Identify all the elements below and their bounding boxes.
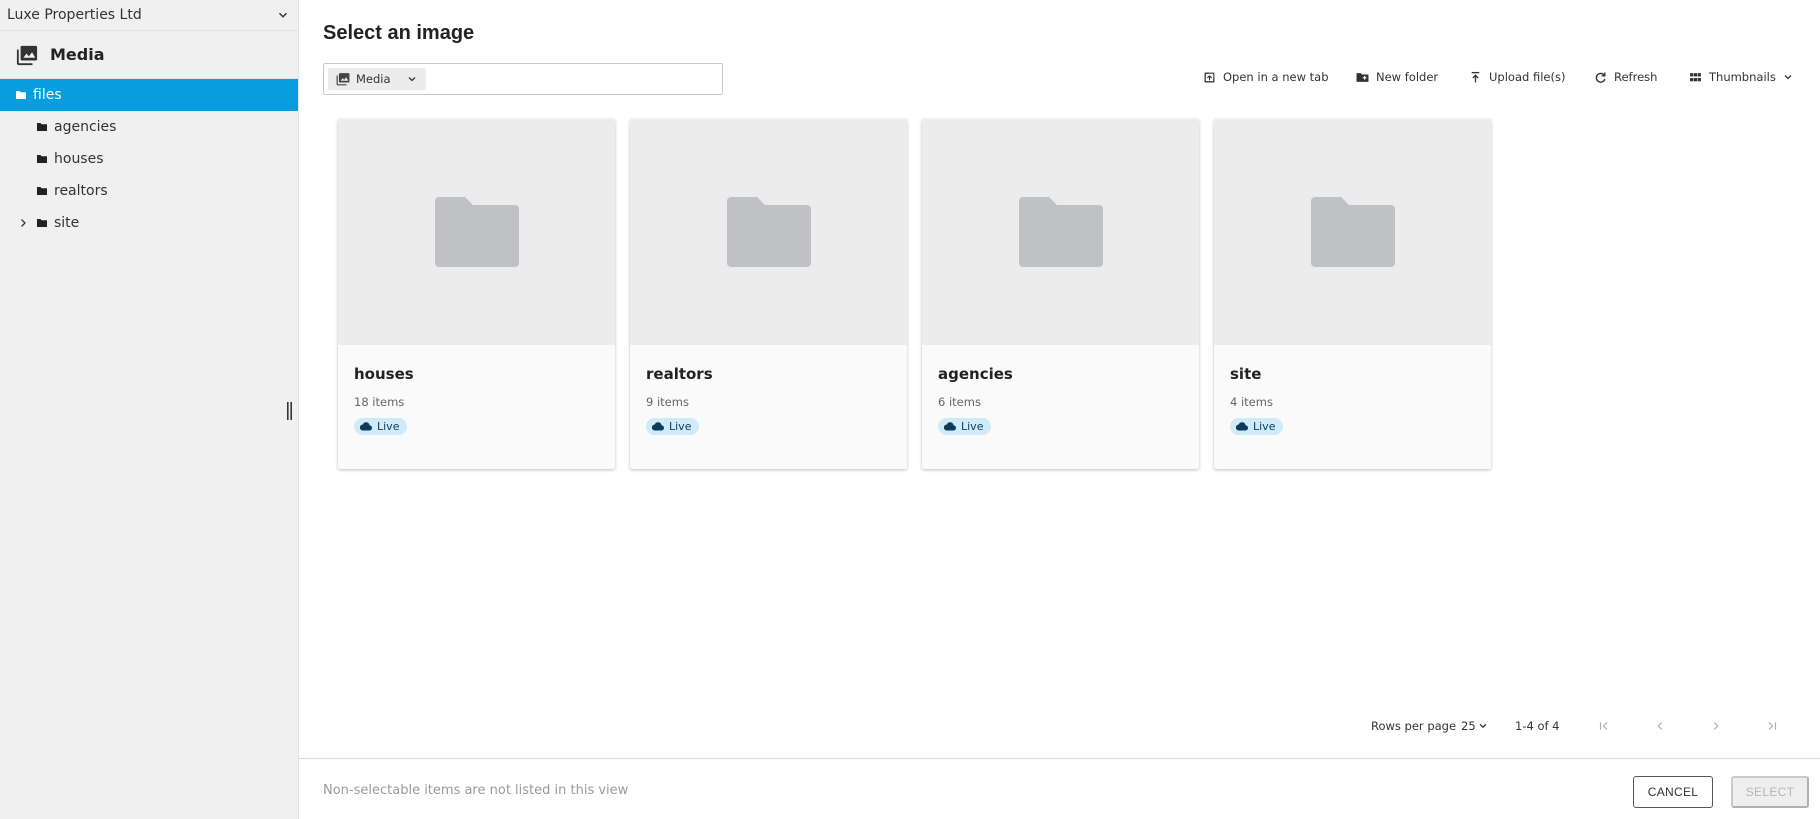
tree-item-label: houses	[54, 151, 104, 167]
status-badge: Live	[646, 418, 700, 435]
select-button[interactable]: SELECT	[1731, 776, 1809, 808]
chevron-down-icon	[1479, 723, 1486, 729]
status-badge: Live	[938, 418, 992, 435]
upload-label: Upload file(s)	[1489, 70, 1566, 84]
folder-name: agencies	[938, 365, 1013, 383]
folder-card-realtors[interactable]: realtors 9 items Live	[630, 119, 907, 469]
tree-item-label: files	[33, 87, 62, 103]
folder-item-count: 9 items	[646, 395, 689, 409]
folder-name: houses	[354, 365, 414, 383]
rows-per-page-value: 25	[1461, 719, 1476, 733]
rows-per-page-select[interactable]: 25	[1461, 719, 1488, 733]
site-name: Luxe Properties Ltd	[7, 7, 142, 23]
folder-name: site	[1230, 365, 1262, 383]
chevron-down-icon	[1784, 75, 1792, 80]
folder-item-count: 18 items	[354, 395, 405, 409]
status-badge-label: Live	[1253, 420, 1276, 433]
folder-thumbnail	[338, 119, 615, 345]
folder-card-agencies[interactable]: agencies 6 items Live	[922, 119, 1199, 469]
cloud-icon	[944, 422, 956, 431]
tree-item-label: realtors	[54, 183, 108, 199]
path-chip-media[interactable]: Media	[328, 68, 426, 90]
first-page-icon	[1599, 722, 1608, 730]
refresh-button[interactable]: Refresh	[1594, 70, 1657, 84]
image-stack-icon	[336, 73, 350, 86]
tree-item-label: agencies	[54, 119, 117, 135]
image-stack-icon	[16, 45, 38, 65]
path-chip-label: Media	[356, 72, 391, 86]
cloud-icon	[652, 422, 664, 431]
path-bar[interactable]: Media	[323, 63, 723, 95]
chevron-right-icon[interactable]	[17, 217, 29, 229]
cloud-icon	[1236, 422, 1248, 431]
folder-thumbnail	[922, 119, 1199, 345]
upload-icon	[1471, 71, 1480, 82]
open-new-tab-button[interactable]: Open in a new tab	[1203, 70, 1329, 84]
view-mode-label: Thumbnails	[1709, 70, 1776, 84]
new-folder-label: New folder	[1376, 70, 1439, 84]
media-section-title: Media	[50, 45, 105, 64]
refresh-icon	[1595, 72, 1606, 83]
tree-item-label: site	[54, 215, 80, 231]
dialog-footer: Non-selectable items are not listed in t…	[299, 758, 1820, 819]
folder-name: realtors	[646, 365, 713, 383]
folder-card-site[interactable]: site 4 items Live	[1214, 119, 1491, 469]
last-page-button[interactable]	[1765, 719, 1779, 733]
create-new-folder-icon	[1356, 72, 1369, 82]
rows-per-page-label: Rows per page	[1371, 719, 1457, 733]
tree-item-houses[interactable]: houses	[0, 143, 298, 175]
tree-item-realtors[interactable]: realtors	[0, 175, 298, 207]
grid-view-icon	[1690, 72, 1701, 81]
status-badge-label: Live	[669, 420, 692, 433]
first-page-button[interactable]	[1597, 719, 1611, 733]
chevron-left-icon	[1657, 722, 1663, 730]
resize-handle-icon[interactable]	[287, 402, 293, 420]
page-title: Select an image	[323, 22, 475, 44]
sidebar: Luxe Properties Ltd Media files agencies…	[0, 0, 299, 819]
tree-item-agencies[interactable]: agencies	[0, 111, 298, 143]
chevron-down-icon	[408, 77, 416, 82]
folder-item-count: 6 items	[938, 395, 981, 409]
status-badge-label: Live	[377, 420, 400, 433]
next-page-button[interactable]	[1709, 719, 1723, 733]
status-badge: Live	[1230, 418, 1284, 435]
folder-icon	[37, 123, 47, 131]
folder-icon	[726, 197, 811, 267]
main-panel: Select an image Media Open in a new tab …	[299, 0, 1820, 819]
folder-icon	[1018, 197, 1103, 267]
refresh-label: Refresh	[1614, 70, 1658, 84]
folder-icon	[434, 197, 519, 267]
chevron-down-icon	[278, 12, 288, 18]
cloud-icon	[360, 422, 372, 431]
folder-icon	[16, 91, 26, 99]
site-selector[interactable]: Luxe Properties Ltd	[0, 0, 298, 31]
footer-note: Non-selectable items are not listed in t…	[323, 783, 629, 798]
cancel-button[interactable]: CANCEL	[1633, 776, 1713, 808]
open-new-tab-label: Open in a new tab	[1223, 70, 1329, 84]
tree-item-files[interactable]: files	[0, 79, 298, 111]
previous-page-button[interactable]	[1653, 719, 1667, 733]
chevron-right-icon	[1713, 722, 1719, 730]
folder-icon	[37, 155, 47, 163]
view-mode-selector[interactable]: Thumbnails	[1689, 70, 1794, 84]
folder-thumbnail	[1214, 119, 1491, 345]
status-badge: Live	[354, 418, 408, 435]
folder-thumbnail	[630, 119, 907, 345]
open-in-new-icon	[1204, 72, 1215, 82]
upload-button[interactable]: Upload file(s)	[1469, 70, 1565, 84]
folder-icon	[37, 187, 47, 195]
last-page-icon	[1768, 722, 1777, 730]
media-section-header[interactable]: Media	[0, 31, 298, 79]
folder-icon	[1310, 197, 1395, 267]
folder-icon	[37, 219, 47, 227]
folder-item-count: 4 items	[1230, 395, 1273, 409]
folder-card-houses[interactable]: houses 18 items Live	[338, 119, 615, 469]
new-folder-button[interactable]: New folder	[1356, 70, 1438, 84]
pagination-range: 1-4 of 4	[1515, 719, 1560, 733]
status-badge-label: Live	[961, 420, 984, 433]
tree-item-site[interactable]: site	[0, 207, 298, 239]
